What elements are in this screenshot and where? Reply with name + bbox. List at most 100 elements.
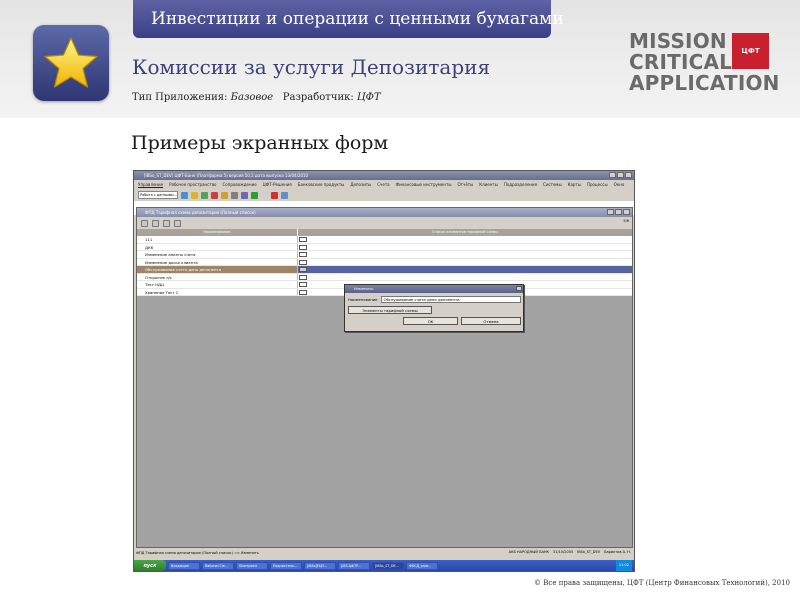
row-list-button[interactable] [299, 274, 307, 280]
child-window-title: ФПД Тарифная схема депозитария (Полный с… [145, 210, 256, 215]
edit-icon[interactable] [141, 219, 148, 227]
refresh-icon[interactable] [201, 191, 208, 199]
status-section: 31/10/2005 [553, 550, 574, 554]
sort-icon[interactable] [211, 191, 218, 199]
row-list-cell [298, 274, 632, 281]
taskbar-task[interactable]: Sharepoint [236, 561, 268, 570]
new-icon[interactable] [261, 191, 268, 199]
status-section: АКБ НАРОДНЫЙ БАНК [508, 550, 550, 554]
run-icon[interactable] [251, 191, 258, 199]
window-controls [609, 172, 632, 178]
menu-item[interactable]: Карты [568, 182, 581, 187]
row-list-cell [298, 259, 632, 266]
menu-item[interactable]: Сопровождение [223, 182, 257, 187]
taskbar-task[interactable]: [IBSo]ЕЦП... [304, 561, 336, 570]
row-name-cell: Обслуживание счета депо депонента [137, 266, 298, 273]
taskbar: пуск Входящие Rational Cle... Sharepoint По… [134, 560, 634, 571]
taskbar-task[interactable]: ФКСД_рrов... [406, 561, 438, 570]
find-icon[interactable] [231, 191, 238, 199]
taskbar-task[interactable]: Подчистано... [270, 561, 302, 570]
print-icon[interactable] [241, 191, 248, 199]
menu-item[interactable]: Системы [543, 182, 562, 187]
child-maximize-icon[interactable] [615, 209, 622, 215]
menu-item[interactable]: Окно [614, 182, 625, 187]
dialog-close-icon[interactable] [516, 286, 522, 291]
dialog-name-input[interactable]: Обслуживание счета депо депонента [380, 296, 521, 303]
ok-button[interactable]: OK [403, 317, 458, 325]
app-meta: Тип Приложения: Базовое Разработчик: ЦФТ [132, 92, 381, 103]
child-toolbar: 5/6 [137, 217, 632, 229]
table-row[interactable]: Изменение досье клиента [137, 258, 632, 266]
child-close-icon[interactable] [623, 209, 630, 215]
column-header-name[interactable]: Наименование [137, 229, 298, 236]
app-type-label: Тип Приложения: [132, 92, 228, 103]
row-name-cell: 111 [137, 236, 298, 243]
menu-item[interactable]: Финансовые инструменты [396, 182, 452, 187]
help-icon[interactable] [281, 191, 288, 199]
print-list-icon[interactable] [163, 219, 170, 227]
row-name-cell: ДКК [137, 243, 298, 250]
menu-item[interactable]: Управление [138, 182, 163, 187]
table-row[interactable]: 111 [137, 236, 632, 244]
table-row[interactable]: Открытие л/с [137, 273, 632, 281]
minimize-icon[interactable] [609, 172, 616, 178]
taskbar-task[interactable]: Rational Cle... [202, 561, 234, 570]
row-list-button[interactable] [299, 282, 307, 287]
menu-item[interactable]: Банковские продукты [298, 182, 345, 187]
menu-item[interactable]: Процессы [587, 182, 608, 187]
table-row[interactable]: ДКК [137, 243, 632, 251]
elements-button[interactable]: Элементы тарифной схемы [348, 306, 432, 314]
status-text: ФПД Тарифная схема депозитария (Полный с… [136, 551, 259, 555]
dialog-titlebar: Изменить [345, 285, 523, 293]
row-list-button[interactable] [299, 252, 307, 257]
grid-icon[interactable] [152, 219, 159, 227]
workspace-combo[interactable]: Работа с данными... [138, 191, 178, 199]
taskbar-task[interactable]: [IBSo_ST_DE... [372, 561, 404, 570]
table-row[interactable]: Обслуживание счета депо депонента [137, 266, 632, 274]
row-list-button[interactable] [299, 244, 307, 250]
table-row[interactable]: Изменение анкеты счета [137, 251, 632, 259]
statusbar: ФПД Тарифная схема депозитария (Полный с… [134, 548, 634, 558]
binoculars-icon[interactable] [174, 219, 181, 227]
menu-item[interactable]: ЦФТ-Решения [263, 182, 292, 187]
status-section: IBSo_ST_DEV [577, 550, 601, 554]
maximize-icon[interactable] [617, 172, 624, 178]
cancel-button[interactable]: Отмена [461, 317, 521, 325]
grid-header: Наименование Список элементов тарифной с… [137, 229, 632, 236]
row-list-button[interactable] [299, 289, 307, 295]
menu-item[interactable]: Счета [377, 182, 389, 187]
row-name-cell: Хранение Тест 1 [137, 288, 298, 295]
status-section: Бариктов А. Н. [604, 550, 631, 554]
folder-icon[interactable] [191, 191, 198, 199]
record-count: 5/6 [623, 219, 629, 223]
taskbar-task[interactable]: Входящие [168, 561, 200, 570]
column-header-list[interactable]: Список элементов тарифной схемы [298, 229, 632, 236]
row-list-button[interactable] [299, 259, 307, 265]
menu-item[interactable]: Рабочее пространство [169, 182, 216, 187]
row-list-button[interactable] [299, 237, 307, 242]
delete-icon[interactable] [271, 191, 278, 199]
section-tab-label: Инвестиции и операции с ценными бумагами [151, 9, 564, 29]
close-icon[interactable] [625, 172, 632, 178]
child-minimize-icon[interactable] [607, 209, 614, 215]
start-button[interactable]: пуск [134, 560, 166, 571]
edit-dialog: Изменить Наименование Обслуживание счета… [344, 284, 524, 332]
row-list-cell [298, 236, 632, 243]
menu-item[interactable]: Отчёты [457, 182, 473, 187]
menu-item[interactable]: Подразделения [504, 182, 537, 187]
row-list-button[interactable] [299, 267, 307, 272]
menu-item[interactable]: Депозиты [350, 182, 371, 187]
app-type-value: Базовое [230, 92, 274, 103]
filter-icon[interactable] [221, 191, 228, 199]
cft-badge: ЦФТ [732, 33, 769, 69]
menu-item[interactable]: Клиенты [479, 182, 498, 187]
app-screenshot: [IBSo_ST_DEV] ЦФТ-Банк (Платформа 5) вер… [133, 170, 635, 572]
row-name-cell: Открытие л/с [137, 273, 298, 280]
dialog-name-row: Наименование Обслуживание счета депо деп… [345, 293, 523, 303]
menubar: Управление Рабочее пространство Сопровожде… [134, 180, 634, 189]
taskbar-task[interactable]: [IBS-ЦФТР... [338, 561, 370, 570]
app-icon [33, 25, 109, 101]
navigate-icon[interactable] [181, 191, 188, 199]
child-window-controls [607, 209, 630, 215]
copyright-footer: © Все права защищены, ЦФТ (Центр Финансо… [534, 579, 790, 587]
